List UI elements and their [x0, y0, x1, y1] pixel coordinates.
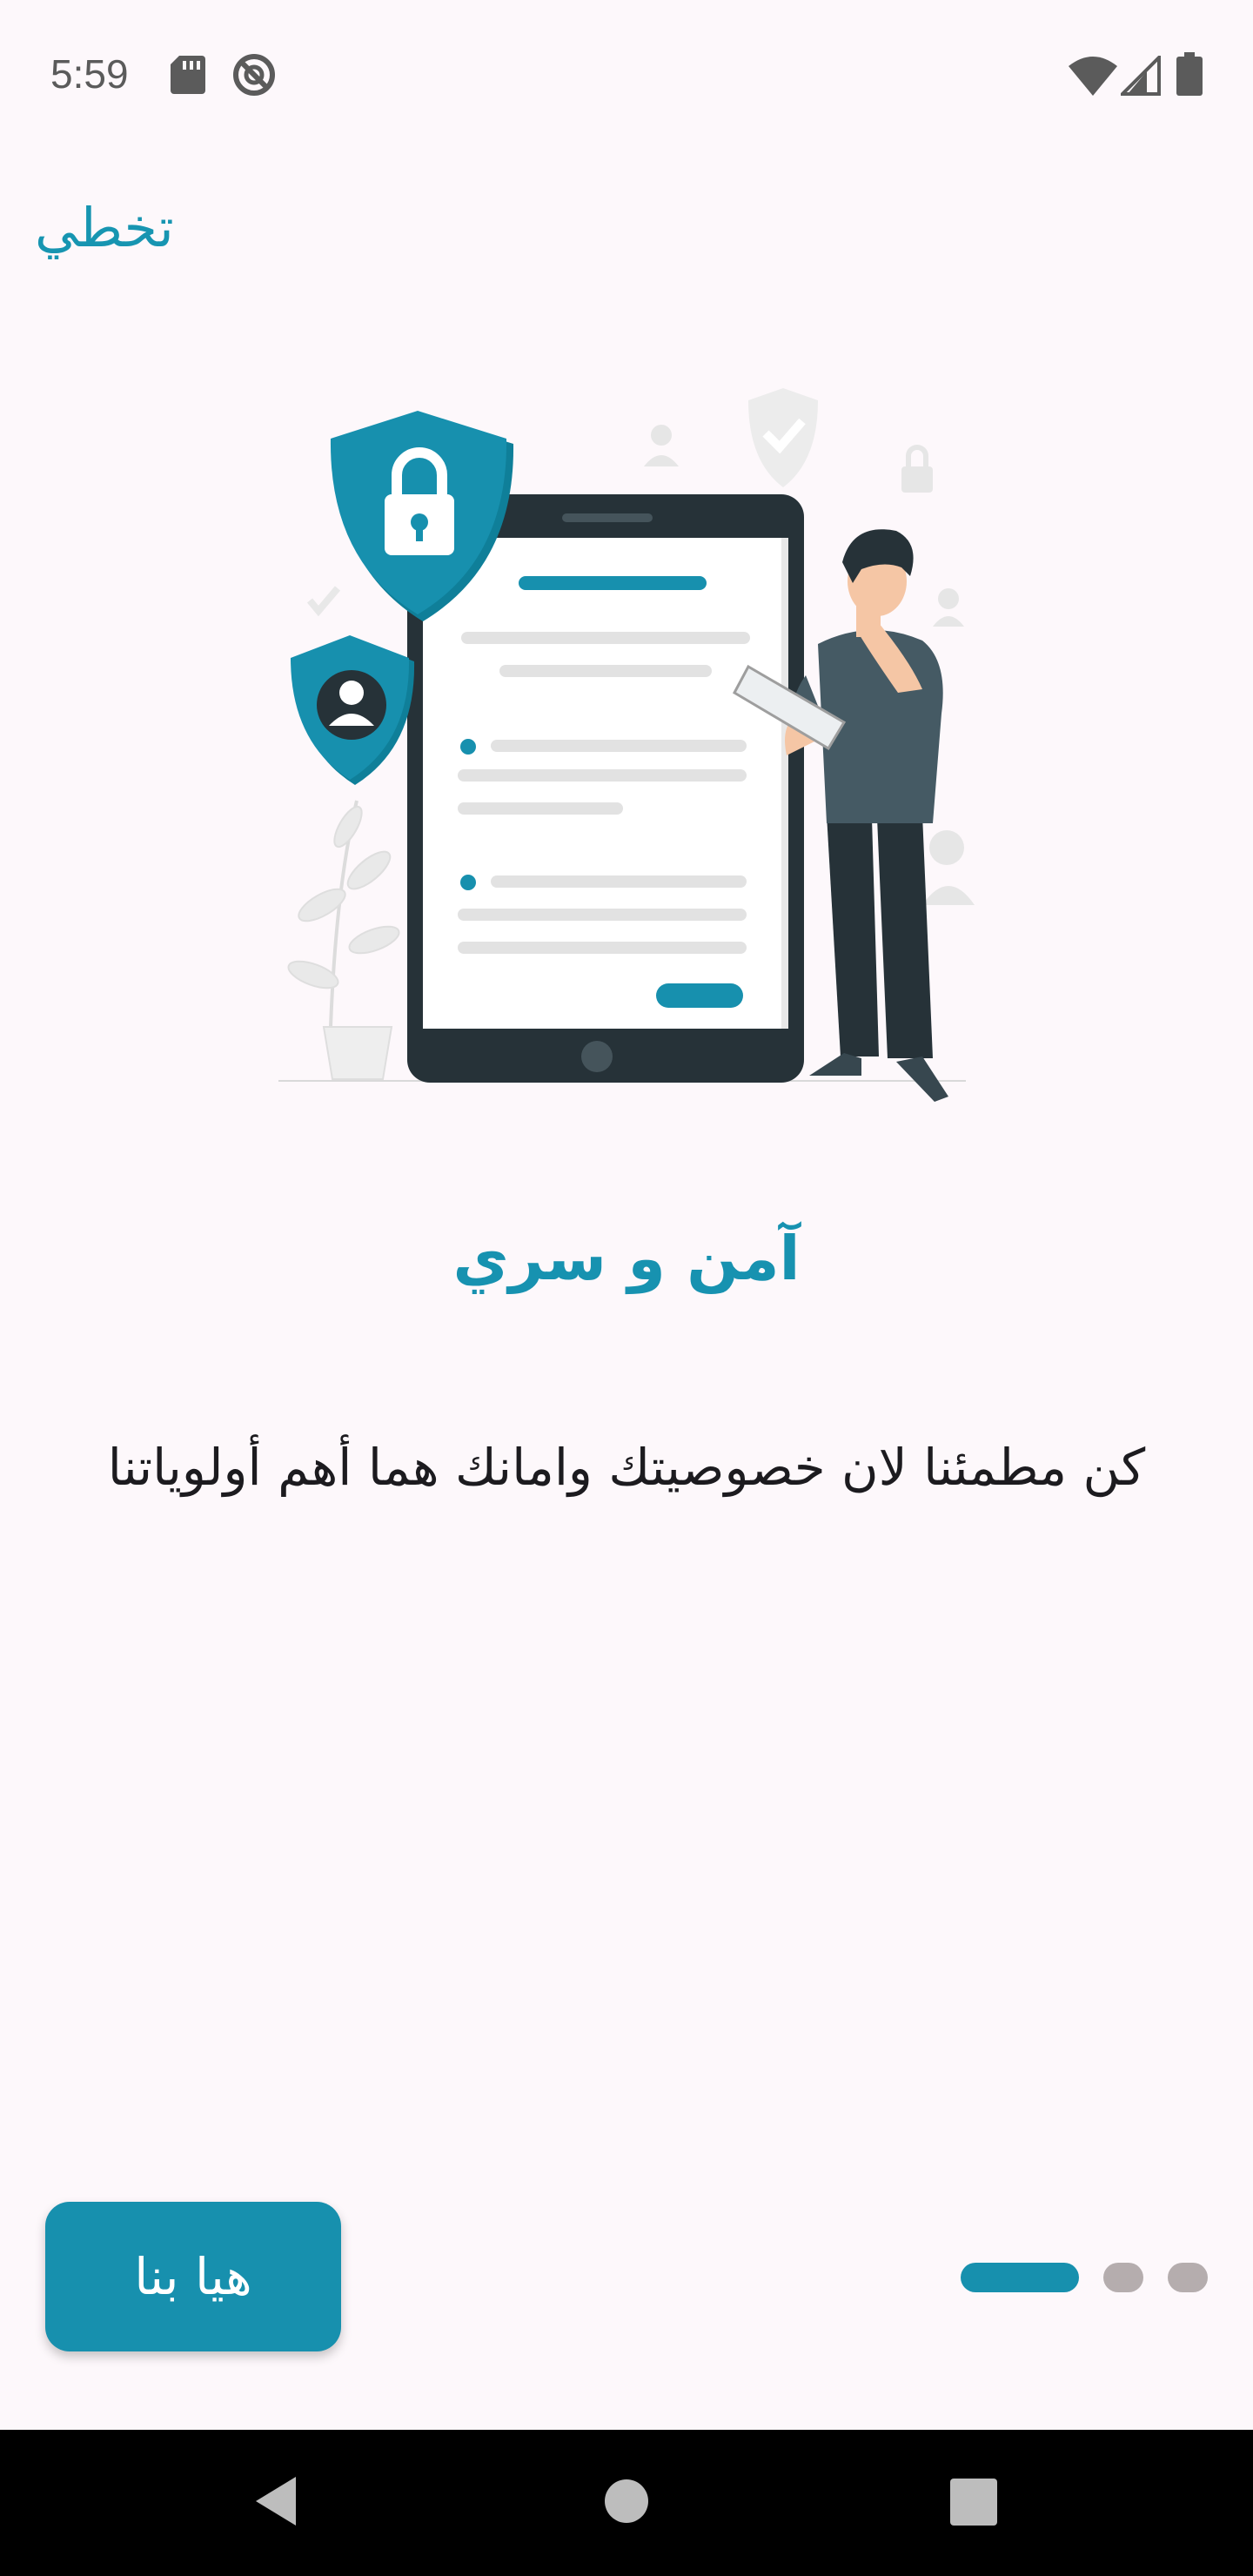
page-dot[interactable]	[1103, 2263, 1143, 2292]
wifi-icon	[1069, 56, 1117, 99]
do-not-disturb-icon	[231, 52, 277, 101]
back-icon[interactable]	[252, 2473, 301, 2532]
status-time: 5:59	[50, 51, 129, 97]
security-illustration	[261, 383, 1009, 1114]
home-icon[interactable]	[604, 2479, 649, 2527]
status-bar: 5:59	[0, 0, 1253, 148]
sd-card-icon	[171, 56, 205, 97]
signal-icon	[1118, 53, 1161, 99]
page-indicator	[0, 2263, 1253, 2292]
recents-icon[interactable]	[950, 2479, 997, 2529]
page-dot-active[interactable]	[961, 2263, 1079, 2292]
page-title: آمن و سري	[452, 1223, 801, 1294]
battery-icon	[1176, 52, 1203, 99]
skip-button[interactable]: تخطي	[35, 196, 174, 259]
page-dot[interactable]	[1168, 2263, 1208, 2292]
navigation-bar	[0, 2430, 1253, 2576]
page-description: كن مطمئنا لان خصوصيتك وامانك هما أهم أول…	[107, 1438, 1146, 1497]
